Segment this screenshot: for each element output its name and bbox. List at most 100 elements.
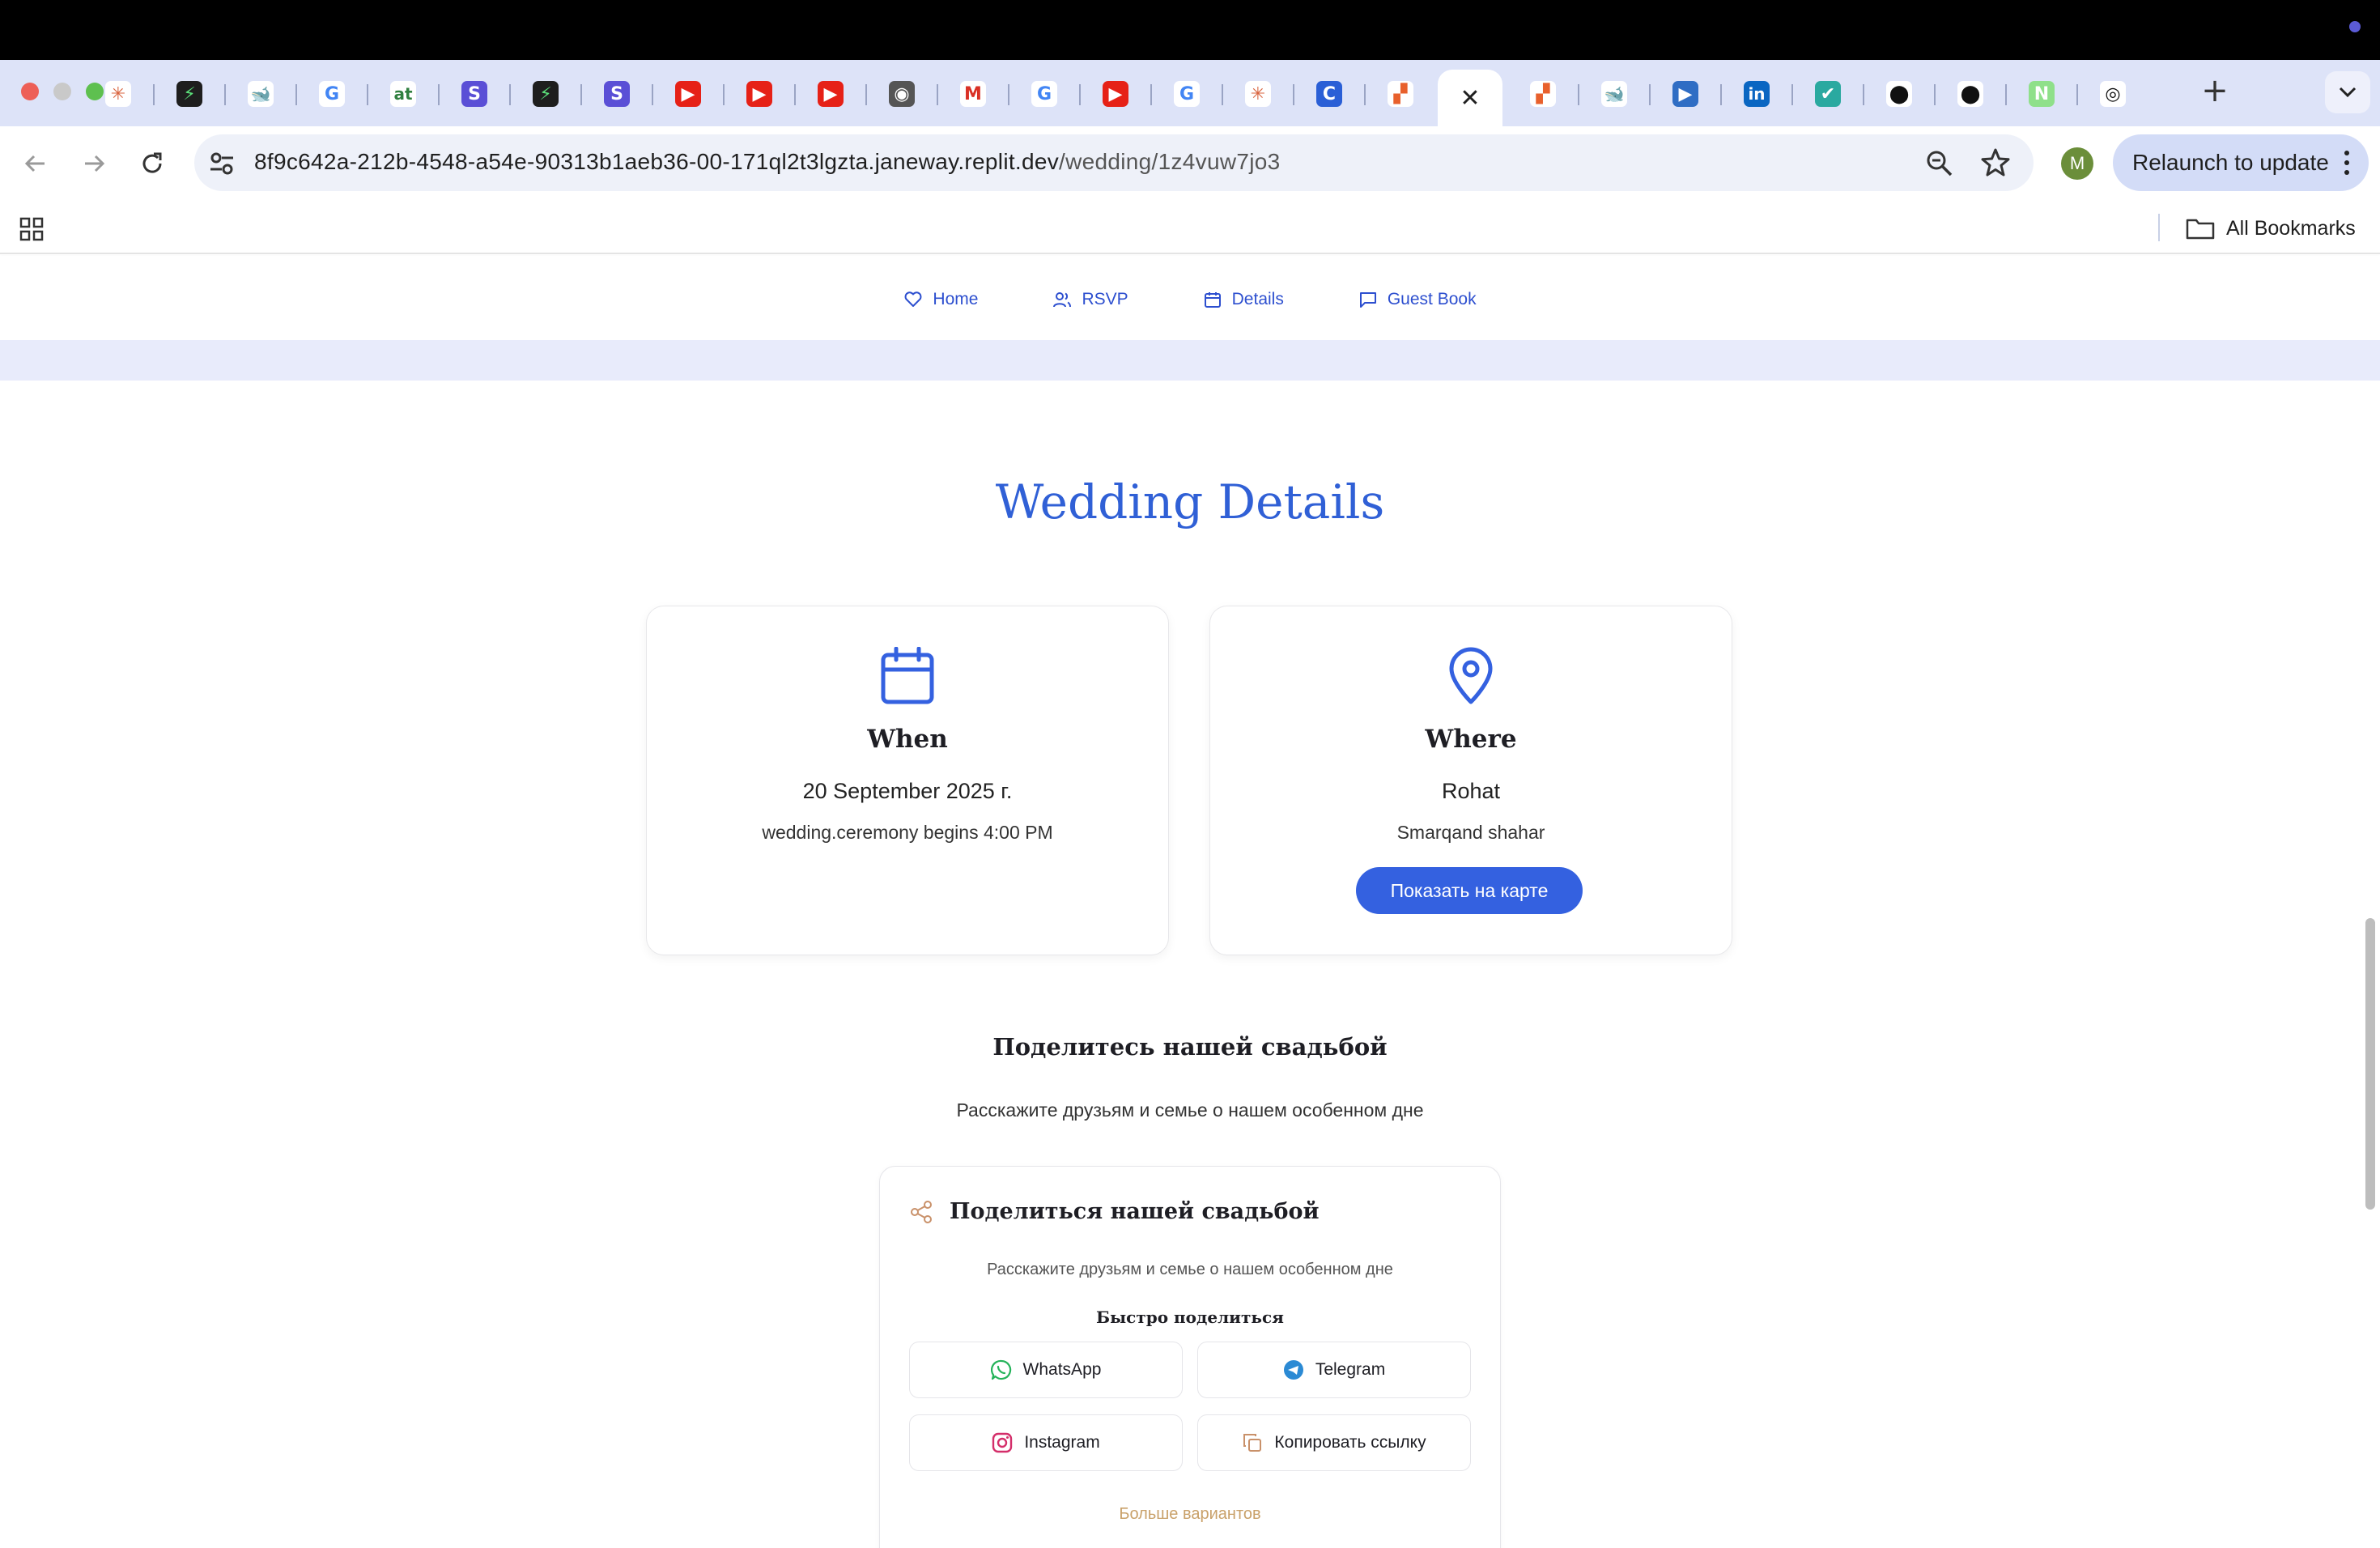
minimize-window-button[interactable] xyxy=(53,83,71,100)
nav-details[interactable]: Details xyxy=(1203,283,1284,316)
nav-guest-book-label: Guest Book xyxy=(1387,290,1477,308)
tab[interactable]: ✳ xyxy=(1224,70,1292,118)
apps-grid-icon[interactable] xyxy=(19,217,44,241)
tab[interactable]: ◉ xyxy=(868,70,936,118)
back-button[interactable] xyxy=(16,144,55,183)
share-whatsapp-button[interactable]: WhatsApp xyxy=(909,1342,1183,1398)
heart-icon xyxy=(904,291,922,307)
close-tab-icon[interactable]: ✕ xyxy=(1460,84,1480,113)
tab[interactable]: ⚡ xyxy=(512,70,580,118)
tab-separator xyxy=(1791,84,1793,105)
profile-avatar[interactable]: M xyxy=(2061,147,2093,180)
relaunch-button[interactable]: Relaunch to update xyxy=(2113,134,2369,191)
tab[interactable]: ▶ xyxy=(725,70,793,118)
tab-separator xyxy=(1934,84,1936,105)
page-scrollbar[interactable] xyxy=(2365,918,2375,1210)
tab[interactable]: S xyxy=(440,70,508,118)
site-nav-items: Home RSVP Details Guest Book xyxy=(0,283,2380,316)
tab[interactable]: G xyxy=(298,70,366,118)
arrow-right-icon xyxy=(85,155,105,172)
tab-favicon-icon: G xyxy=(1031,81,1057,107)
message-icon xyxy=(1359,292,1376,308)
tab-separator xyxy=(1578,84,1579,105)
tab[interactable]: G xyxy=(1153,70,1221,118)
new-tab-button[interactable]: + xyxy=(2199,74,2231,107)
copy-link-button[interactable]: Копировать ссылку xyxy=(1197,1414,1471,1471)
tab-separator xyxy=(1720,84,1722,105)
nav-home[interactable]: Home xyxy=(903,283,978,316)
show-on-map-button[interactable]: Показать на карте xyxy=(1356,867,1583,914)
share-telegram-button[interactable]: Telegram xyxy=(1197,1342,1471,1398)
whatsapp-label: WhatsApp xyxy=(1022,1360,1102,1379)
tab[interactable]: 🐋 xyxy=(227,70,295,118)
more-options-link[interactable]: Больше вариантов xyxy=(880,1505,1500,1524)
nav-home-label: Home xyxy=(933,290,979,308)
tab-separator xyxy=(509,84,511,105)
tab-favicon-icon: ✳ xyxy=(1245,81,1271,107)
tab[interactable]: C xyxy=(1295,70,1363,118)
share-card: Поделиться нашей свадьбой Расскажите дру… xyxy=(879,1166,1501,1548)
ceremony-time: wedding.ceremony begins 4:00 PM xyxy=(762,822,1053,843)
tab[interactable]: ⬤ xyxy=(1936,70,2004,118)
tab-separator xyxy=(1863,84,1864,105)
share-instagram-button[interactable]: Instagram xyxy=(909,1414,1183,1471)
where-title: Where xyxy=(1425,725,1517,754)
nav-guest-book[interactable]: Guest Book xyxy=(1358,283,1477,316)
tab[interactable]: ✳ xyxy=(84,70,152,118)
bookmarks-divider xyxy=(2158,214,2160,241)
tab-favicon-icon: ▶ xyxy=(818,81,844,107)
tab[interactable]: ⬤ xyxy=(1865,70,1933,118)
tab[interactable]: 🐋 xyxy=(1580,70,1648,118)
reload-button[interactable] xyxy=(133,144,172,183)
tab-separator xyxy=(2076,84,2078,105)
tab-favicon-icon: M xyxy=(960,81,986,107)
close-window-button[interactable] xyxy=(21,83,39,100)
forward-button[interactable] xyxy=(74,144,113,183)
tab[interactable]: M xyxy=(939,70,1007,118)
tab[interactable]: at xyxy=(369,70,437,118)
tab[interactable]: ◎ xyxy=(2079,70,2147,118)
nav-details-label: Details xyxy=(1231,290,1284,308)
tab[interactable]: in xyxy=(1723,70,1791,118)
tab[interactable]: ▶ xyxy=(654,70,722,118)
tab-favicon-icon: ▶ xyxy=(1672,81,1698,107)
tab-separator xyxy=(1222,84,1223,105)
relaunch-label: Relaunch to update xyxy=(2132,150,2329,175)
tab-favicon-icon: ⬤ xyxy=(1957,81,1983,107)
tab-search-button[interactable] xyxy=(2325,71,2370,113)
tab-favicon-icon: ▶ xyxy=(746,81,772,107)
tab-separator xyxy=(295,84,297,105)
tab[interactable]: ⚡ xyxy=(155,70,223,118)
tab[interactable]: G xyxy=(1010,70,1078,118)
tab[interactable]: ▶ xyxy=(1651,70,1719,118)
url-text[interactable]: 8f9c642a-212b-4548-a54e-90313b1aeb36-00-… xyxy=(254,149,1280,175)
tab[interactable]: ▞ xyxy=(1509,70,1577,118)
tab-favicon-icon: at xyxy=(390,81,416,107)
site-settings-icon[interactable] xyxy=(207,149,236,178)
tab[interactable]: ▶ xyxy=(1082,70,1150,118)
tab-favicon-icon: ▞ xyxy=(1530,81,1556,107)
tab-active[interactable]: ✕ xyxy=(1438,70,1502,126)
more-menu-icon[interactable] xyxy=(2344,151,2349,175)
tab[interactable]: ✔ xyxy=(1794,70,1862,118)
folder-icon xyxy=(2186,219,2215,240)
all-bookmarks-button[interactable]: All Bookmarks xyxy=(2186,214,2356,243)
nav-rsvp[interactable]: RSVP xyxy=(1052,283,1128,316)
tab-separator xyxy=(723,84,725,105)
bookmark-star-icon[interactable] xyxy=(1980,147,2011,178)
zoom-icon[interactable] xyxy=(1925,149,1954,178)
tab-favicon-icon: G xyxy=(1174,81,1200,107)
system-bar xyxy=(0,0,2380,60)
tab[interactable]: ▶ xyxy=(797,70,865,118)
tab-separator xyxy=(1079,84,1081,105)
nav-rsvp-label: RSVP xyxy=(1082,290,1128,308)
tab[interactable]: N xyxy=(2008,70,2076,118)
tab-favicon-icon: ⚡ xyxy=(533,81,559,107)
tab[interactable]: S xyxy=(583,70,651,118)
tab-favicon-icon: ✔ xyxy=(1815,81,1841,107)
tab-favicon-icon: ✳ xyxy=(105,81,131,107)
tab[interactable]: ▞ xyxy=(1366,70,1434,118)
tab-favicon-icon: ▶ xyxy=(675,81,701,107)
copy-link-label: Копировать ссылку xyxy=(1274,1433,1426,1452)
when-title: When xyxy=(867,725,948,754)
